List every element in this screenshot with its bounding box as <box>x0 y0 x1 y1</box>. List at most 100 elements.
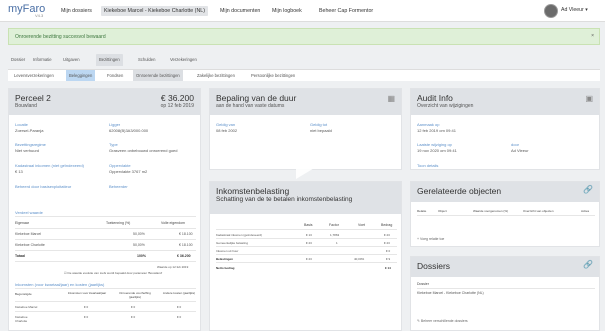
table-header-volle-eigendom: Volle eigendom <box>161 221 185 225</box>
avatar[interactable] <box>544 4 558 18</box>
success-alert: Onroerende bezitting succesvol bewaard × <box>8 28 600 45</box>
tab-uitgaven[interactable]: Uitgaven <box>60 54 83 66</box>
duur-header: Bepaling van de duur aan de hand van vas… <box>210 89 401 115</box>
field-label-bezettingsregime: Bezettingsregime <box>15 142 46 147</box>
nav-beheer[interactable]: Beheer Cap Formentor <box>316 6 376 16</box>
show-details-link[interactable]: Toon details <box>417 163 438 168</box>
subtab-onroerende-bezittingen[interactable]: Onroerende bezittingen <box>133 70 183 81</box>
tab-verzekeringen[interactable]: Verzekeringen <box>167 54 200 66</box>
field-label-type: Type <box>109 142 118 147</box>
inc-header-voorheffing: Onroerende voorheffing (jaarlijks) <box>119 291 151 299</box>
table-cell: € 13 <box>306 233 312 237</box>
tab-bezittingen[interactable]: Bezittingen <box>96 54 123 66</box>
audit-title: Audit Info <box>417 93 453 103</box>
table-cell: € 23 <box>306 241 312 245</box>
field-label-door: door <box>511 142 520 147</box>
table-cell: € 23 <box>306 257 312 261</box>
subtab-beleggingen[interactable]: Beleggingen <box>66 70 96 81</box>
nav-current-dossier[interactable]: Kiekeboe Marcel - Kiekeboe Charlotte (NL… <box>101 6 208 16</box>
verdeel-waarde-label: Verdeel waarde <box>15 210 43 215</box>
inc-header-andere-kosten: Andere kosten (jaarlijks) <box>162 291 196 295</box>
calendar-check-icon[interactable]: ▣ <box>585 94 593 103</box>
nav-mijn-documenten[interactable]: Mijn documenten <box>217 6 263 16</box>
inkomstenbelasting-card: Inkomstenbelasting Schatting van de te b… <box>209 181 402 331</box>
divider <box>15 250 196 251</box>
table-cell: Inkomen uit huur <box>216 249 239 253</box>
tab-schulden[interactable]: Schulden <box>135 54 158 66</box>
nav-mijn-dossiers[interactable]: Mijn dossiers <box>58 6 95 16</box>
field-value-bezettingsregime: Niet verhuurd <box>15 148 40 153</box>
gerelateerd-title: Gerelateerde objecten <box>417 186 502 196</box>
inkomstenbelasting-header: Inkomstenbelasting Schatting van de te b… <box>210 182 401 214</box>
table-cell: € 23 <box>384 233 390 237</box>
header-voet: Voet <box>358 223 366 227</box>
perceel-amount: € 36.200 <box>160 93 194 103</box>
user-name: Ad Vleeur <box>561 7 584 13</box>
link-icon[interactable]: 🔗 <box>583 185 593 194</box>
field-label-beheerder: Beheerder <box>109 184 128 189</box>
table-cell: 40,00% <box>354 257 365 261</box>
gerelateerd-card: Gerelateerde objecten 🔗 Relatie Object W… <box>410 181 600 247</box>
divider <box>15 216 196 217</box>
manage-dossiers-link[interactable]: ✎ Beheer verschillende dossiers <box>417 319 468 323</box>
value-date-note: Waarde op 12 feb 2019 <box>157 265 189 269</box>
table-cell: 1,7863 <box>330 233 340 237</box>
table-cell: Kiekeboe Charlotte <box>15 243 45 247</box>
table-cell: Netto bedrag <box>216 266 235 270</box>
field-label-kadastraal-inkomen: Kadastraal inkomen (niet geïndexeerd) <box>15 163 84 168</box>
field-label-aanmaak: Aanmaak op <box>417 122 440 127</box>
rel-header-relatie: Relatie <box>417 209 427 213</box>
header-bedrag: Bedrag <box>381 223 393 227</box>
chevron-down-icon: ▾ <box>585 7 588 13</box>
table-cell: € 0 <box>386 249 391 253</box>
header-factor: Factor <box>329 223 339 227</box>
table-cell: € 9 <box>386 257 391 261</box>
table-header-eigenaar: Eigenaar <box>15 221 30 225</box>
inc-header-begunstigde: Begunstigde <box>15 292 32 296</box>
field-label-beheerd-door: Beheerd door basisexploitatieur <box>15 184 72 189</box>
field-value-ligger: 62008(B)3A3/000.000 <box>109 128 149 133</box>
check-icon: ☑ <box>64 271 67 275</box>
link-icon[interactable]: 🔗 <box>583 260 593 269</box>
field-value-aanmaak: 12 feb 2019 om 09:41 <box>417 128 456 133</box>
rel-header-acties: Acties <box>581 209 590 213</box>
field-label-laatste-wijziging: Laatste wijziging op <box>417 142 452 147</box>
dossier-header: Dossier <box>417 282 429 286</box>
table-cell: € 0 <box>84 305 89 309</box>
divider <box>216 229 397 230</box>
tab-informatie[interactable]: Informatie <box>30 54 55 66</box>
manage-dossiers-text: Beheer verschillende dossiers <box>420 319 468 323</box>
divider <box>15 239 196 240</box>
dossier-row[interactable]: Kiekeboe Marcel - Kiekeboe Charlotte (NL… <box>417 291 484 295</box>
nav-mijn-logboek[interactable]: Mijn logboek <box>269 6 305 16</box>
user-menu[interactable]: Ad Vleeur ▾ <box>561 7 588 13</box>
divider <box>15 228 196 229</box>
audit-card: Audit Info Overzicht van wijzigingen ▣ A… <box>410 88 600 170</box>
close-icon[interactable]: × <box>591 33 594 39</box>
inc-header-inkomsten: Inkomsten voor kwartaal/jaar <box>67 291 107 295</box>
table-cell: Belastingen <box>216 257 234 261</box>
video-play-icon[interactable] <box>296 155 316 179</box>
field-value-geldig-van: 08 feb 2002 <box>216 128 238 133</box>
field-value-type: Grasveen onbebouwd onroerend goed <box>109 148 178 153</box>
subtab-levensverzekeringen[interactable]: Levensverzekeringen <box>11 70 57 81</box>
add-relation-link[interactable]: + Voeg relatie toe <box>417 237 444 241</box>
divider <box>15 288 196 289</box>
table-cell: Kadastraal inkomen (geïndexeerd) <box>216 233 263 237</box>
duur-title: Bepaling van de duur <box>216 93 297 103</box>
inkomstenbelasting-title: Inkomstenbelasting <box>216 186 290 196</box>
perceel-amount-date: op 12 feb 2019 <box>160 103 194 109</box>
subtab-persoonlijke-bezittingen[interactable]: Persoonlijke bezittingen <box>248 70 298 81</box>
field-label-ligger: Ligger <box>109 122 121 127</box>
table-cell: € 14 <box>385 266 391 270</box>
tab-dossier[interactable]: Dossier <box>8 54 28 66</box>
calendar-icon[interactable]: ▦ <box>387 94 395 103</box>
table-cell: 100% <box>137 254 146 258</box>
table-cell: Kiekeboe Marcel <box>15 305 38 309</box>
subtab-fondsen[interactable]: Fondsen <box>104 70 126 81</box>
table-cell: € 0 <box>177 315 182 319</box>
subtab-zakelijke-bezittingen[interactable]: Zakelijke bezittingen <box>194 70 238 81</box>
field-label-locatie: Locatie <box>15 122 28 127</box>
divider <box>15 311 196 312</box>
table-cell: € 0 <box>131 315 136 319</box>
